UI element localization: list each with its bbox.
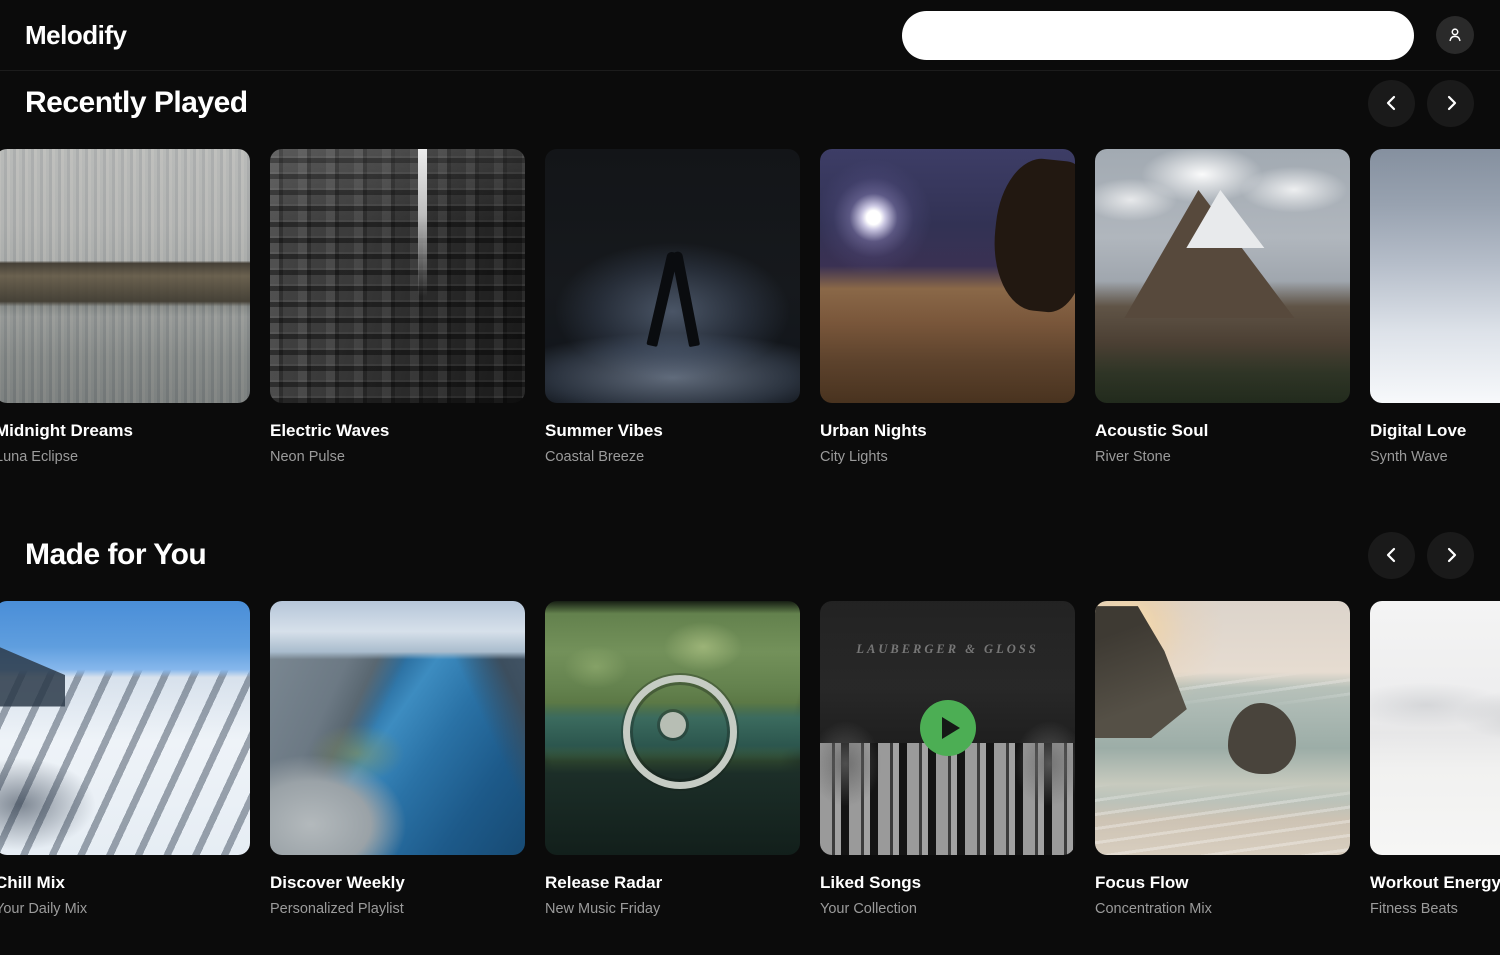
playlist-subtitle: Luna Eclipse — [0, 449, 250, 465]
playlist-title: Workout Energy — [1370, 873, 1500, 893]
playlist-subtitle: River Stone — [1095, 449, 1350, 465]
playlist-subtitle: Synth Wave — [1370, 449, 1500, 465]
playlist-cover-art — [545, 149, 800, 403]
playlist-subtitle: Your Collection — [820, 901, 1075, 917]
carousel-prev-button[interactable] — [1368, 80, 1415, 127]
playlist-title: Digital Love — [1370, 421, 1500, 441]
section-title: Recently Played — [25, 86, 248, 120]
playlist-cover-art — [270, 149, 525, 403]
carousel-next-button[interactable] — [1427, 532, 1474, 579]
chevron-right-icon — [1441, 545, 1461, 565]
playlist-subtitle: Your Daily Mix — [0, 901, 250, 917]
playlist-cover-art — [1095, 601, 1350, 855]
app-logo[interactable]: Melodify — [25, 20, 126, 51]
cover-art-text: LAUBERGER & GLOSS — [820, 642, 1075, 657]
card-track: Midnight Dreams Luna Eclipse Electric Wa… — [0, 149, 1500, 465]
playlist-cover-art — [270, 601, 525, 855]
card-track: Chill Mix Your Daily Mix Discover Weekly… — [0, 601, 1500, 917]
playlist-card[interactable]: Chill Mix Your Daily Mix — [0, 601, 250, 917]
playlist-card[interactable]: Workout Energy Fitness Beats — [1370, 601, 1500, 917]
user-icon — [1445, 25, 1465, 45]
carousel-viewport: Midnight Dreams Luna Eclipse Electric Wa… — [0, 149, 1500, 465]
playlist-title: Chill Mix — [0, 873, 250, 893]
playlist-title: Release Radar — [545, 873, 800, 893]
playlist-subtitle: New Music Friday — [545, 901, 800, 917]
playlist-cover-art — [545, 601, 800, 855]
playlist-cover-art — [820, 149, 1075, 403]
playlist-card[interactable]: Focus Flow Concentration Mix — [1095, 601, 1350, 917]
chevron-right-icon — [1441, 93, 1461, 113]
playlist-title: Acoustic Soul — [1095, 421, 1350, 441]
playlist-subtitle: Coastal Breeze — [545, 449, 800, 465]
playlist-card[interactable]: Midnight Dreams Luna Eclipse — [0, 149, 250, 465]
top-bar: Melodify — [0, 0, 1500, 71]
playlist-title: Discover Weekly — [270, 873, 525, 893]
playlist-title: Electric Waves — [270, 421, 525, 441]
playlist-subtitle: Fitness Beats — [1370, 901, 1500, 917]
playlist-cover-art — [1095, 149, 1350, 403]
playlist-card[interactable]: Summer Vibes Coastal Breeze — [545, 149, 800, 465]
playlist-title: Urban Nights — [820, 421, 1075, 441]
playlist-card[interactable]: Release Radar New Music Friday — [545, 601, 800, 917]
playlist-cover-art — [0, 601, 250, 855]
playlist-card[interactable]: Digital Love Synth Wave — [1370, 149, 1500, 465]
playlist-cover-art: LAUBERGER & GLOSS — [820, 601, 1075, 855]
profile-button[interactable] — [1436, 16, 1474, 54]
section-recently-played: Recently Played Midnight Dreams — [0, 79, 1500, 465]
playlist-card[interactable]: Acoustic Soul River Stone — [1095, 149, 1350, 465]
carousel-next-button[interactable] — [1427, 80, 1474, 127]
playlist-card[interactable]: Urban Nights City Lights — [820, 149, 1075, 465]
search-input[interactable] — [902, 11, 1414, 60]
playlist-cover-art — [0, 149, 250, 403]
play-icon — [942, 717, 960, 739]
main-content: Recently Played Midnight Dreams — [0, 79, 1500, 917]
chevron-left-icon — [1382, 545, 1402, 565]
section-made-for-you: Made for You Chill Mix Your Dai — [0, 531, 1500, 917]
playlist-title: Summer Vibes — [545, 421, 800, 441]
playlist-cover-art — [1370, 149, 1500, 403]
playlist-title: Midnight Dreams — [0, 421, 250, 441]
playlist-subtitle: Neon Pulse — [270, 449, 525, 465]
section-title: Made for You — [25, 538, 206, 572]
playlist-title: Liked Songs — [820, 873, 1075, 893]
play-button[interactable] — [920, 700, 976, 756]
playlist-subtitle: City Lights — [820, 449, 1075, 465]
carousel-controls — [1368, 80, 1474, 127]
playlist-card[interactable]: Electric Waves Neon Pulse — [270, 149, 525, 465]
playlist-subtitle: Personalized Playlist — [270, 901, 525, 917]
playlist-subtitle: Concentration Mix — [1095, 901, 1350, 917]
carousel-prev-button[interactable] — [1368, 532, 1415, 579]
chevron-left-icon — [1382, 93, 1402, 113]
playlist-card[interactable]: LAUBERGER & GLOSS Liked Songs Your Colle… — [820, 601, 1075, 917]
playlist-title: Focus Flow — [1095, 873, 1350, 893]
carousel-viewport: Chill Mix Your Daily Mix Discover Weekly… — [0, 601, 1500, 917]
playlist-cover-art — [1370, 601, 1500, 855]
playlist-card[interactable]: Discover Weekly Personalized Playlist — [270, 601, 525, 917]
carousel-controls — [1368, 532, 1474, 579]
